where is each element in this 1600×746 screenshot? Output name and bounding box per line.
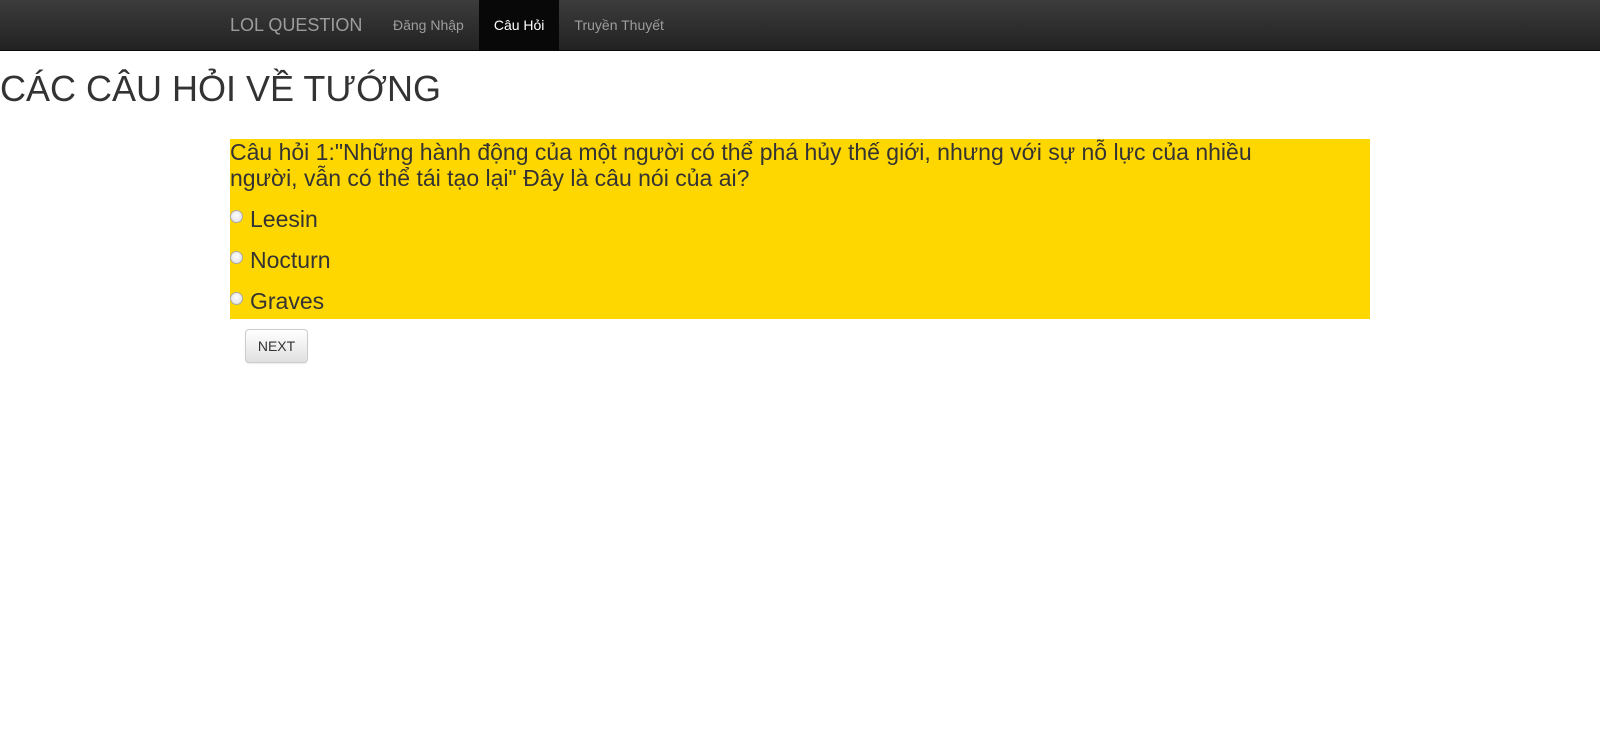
- answer-option-graves[interactable]: Graves: [230, 281, 324, 321]
- question-card: Câu hỏi 1:"Những hành động của một người…: [230, 139, 1370, 319]
- radio-button[interactable]: [230, 209, 243, 223]
- answer-option-nocturn[interactable]: Nocturn: [230, 240, 331, 280]
- brand-link[interactable]: LOL QUESTION: [230, 0, 362, 50]
- answer-label: Leesin: [250, 206, 318, 232]
- next-button[interactable]: NEXT: [245, 329, 308, 363]
- radio-button[interactable]: [230, 291, 243, 305]
- question-text: Câu hỏi 1:"Những hành động của một người…: [230, 139, 1252, 191]
- answer-label: Nocturn: [250, 247, 331, 273]
- page-title: CÁC CÂU HỎI VỀ TƯỚNG: [0, 68, 441, 109]
- nav-item-dang-nhap[interactable]: Đăng Nhập: [378, 0, 479, 50]
- nav-item-truyen-thuyet[interactable]: Truyền Thuyết: [559, 0, 679, 50]
- answer-label: Graves: [250, 288, 325, 314]
- nav-item-cau-hoi[interactable]: Câu Hỏi: [478, 0, 560, 50]
- top-navbar: LOL QUESTION Đăng Nhập Câu Hỏi Truyền Th…: [0, 0, 1600, 51]
- answer-option-leesin[interactable]: Leesin: [230, 199, 318, 239]
- radio-button[interactable]: [230, 250, 243, 264]
- main-nav: Đăng Nhập Câu Hỏi Truyền Thuyết: [378, 0, 679, 50]
